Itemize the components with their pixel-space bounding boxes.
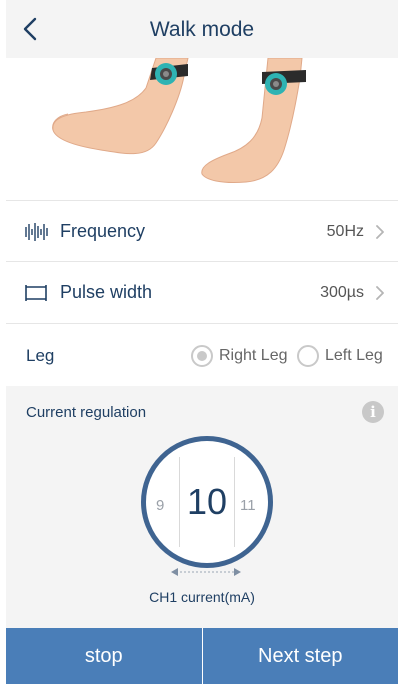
left-leg-label: Left Leg [325, 347, 383, 364]
previous-current-value[interactable]: 9 [156, 497, 164, 514]
feet-with-electrodes-illustration [52, 57, 306, 183]
walk-mode-screen: Walk mode Frequency 50Hz Pulse width 300… [0, 0, 398, 684]
next-current-value[interactable]: 11 [240, 497, 256, 514]
hero-illustration [6, 57, 398, 200]
dial-divider [234, 457, 235, 547]
frequency-label: Frequency [60, 221, 146, 241]
current-dial[interactable]: 9 10 11 [141, 436, 273, 568]
width-bracket-icon [25, 285, 47, 301]
next-step-button[interactable]: Next step [201, 628, 398, 684]
current-value: 10 [186, 481, 228, 522]
page-title: Walk mode [149, 18, 255, 41]
pulse-width-row[interactable]: Pulse width 300µs [6, 262, 398, 324]
leg-row: Leg Right Leg Left Leg [6, 324, 398, 386]
current-regulation-title: Current regulation [26, 404, 147, 421]
radio-unselected-icon [297, 345, 319, 367]
swipe-arrows-icon [171, 568, 241, 576]
frequency-row[interactable]: Frequency 50Hz [6, 200, 398, 262]
radio-selected-icon [191, 345, 213, 367]
current-caption: CH1 current(mA) [149, 589, 255, 605]
pulse-width-value: 300µs [320, 284, 364, 301]
current-regulation-panel: Current regulation i 9 10 11 CH1 current… [6, 386, 398, 628]
pulse-width-label: Pulse width [60, 282, 153, 302]
right-leg-radio[interactable]: Right Leg [191, 344, 288, 368]
waveform-icon [25, 223, 48, 241]
header-bar: Walk mode [6, 0, 398, 58]
info-icon[interactable]: i [362, 401, 384, 423]
left-leg-radio[interactable]: Left Leg [297, 344, 383, 368]
chevron-right-icon [376, 225, 384, 239]
right-leg-label: Right Leg [219, 347, 288, 364]
stop-button[interactable]: stop [6, 628, 202, 684]
leg-label: Leg [26, 346, 55, 365]
frequency-value: 50Hz [326, 223, 364, 240]
chevron-right-icon [376, 286, 384, 300]
bottom-action-bar: stop Next step [6, 628, 398, 684]
